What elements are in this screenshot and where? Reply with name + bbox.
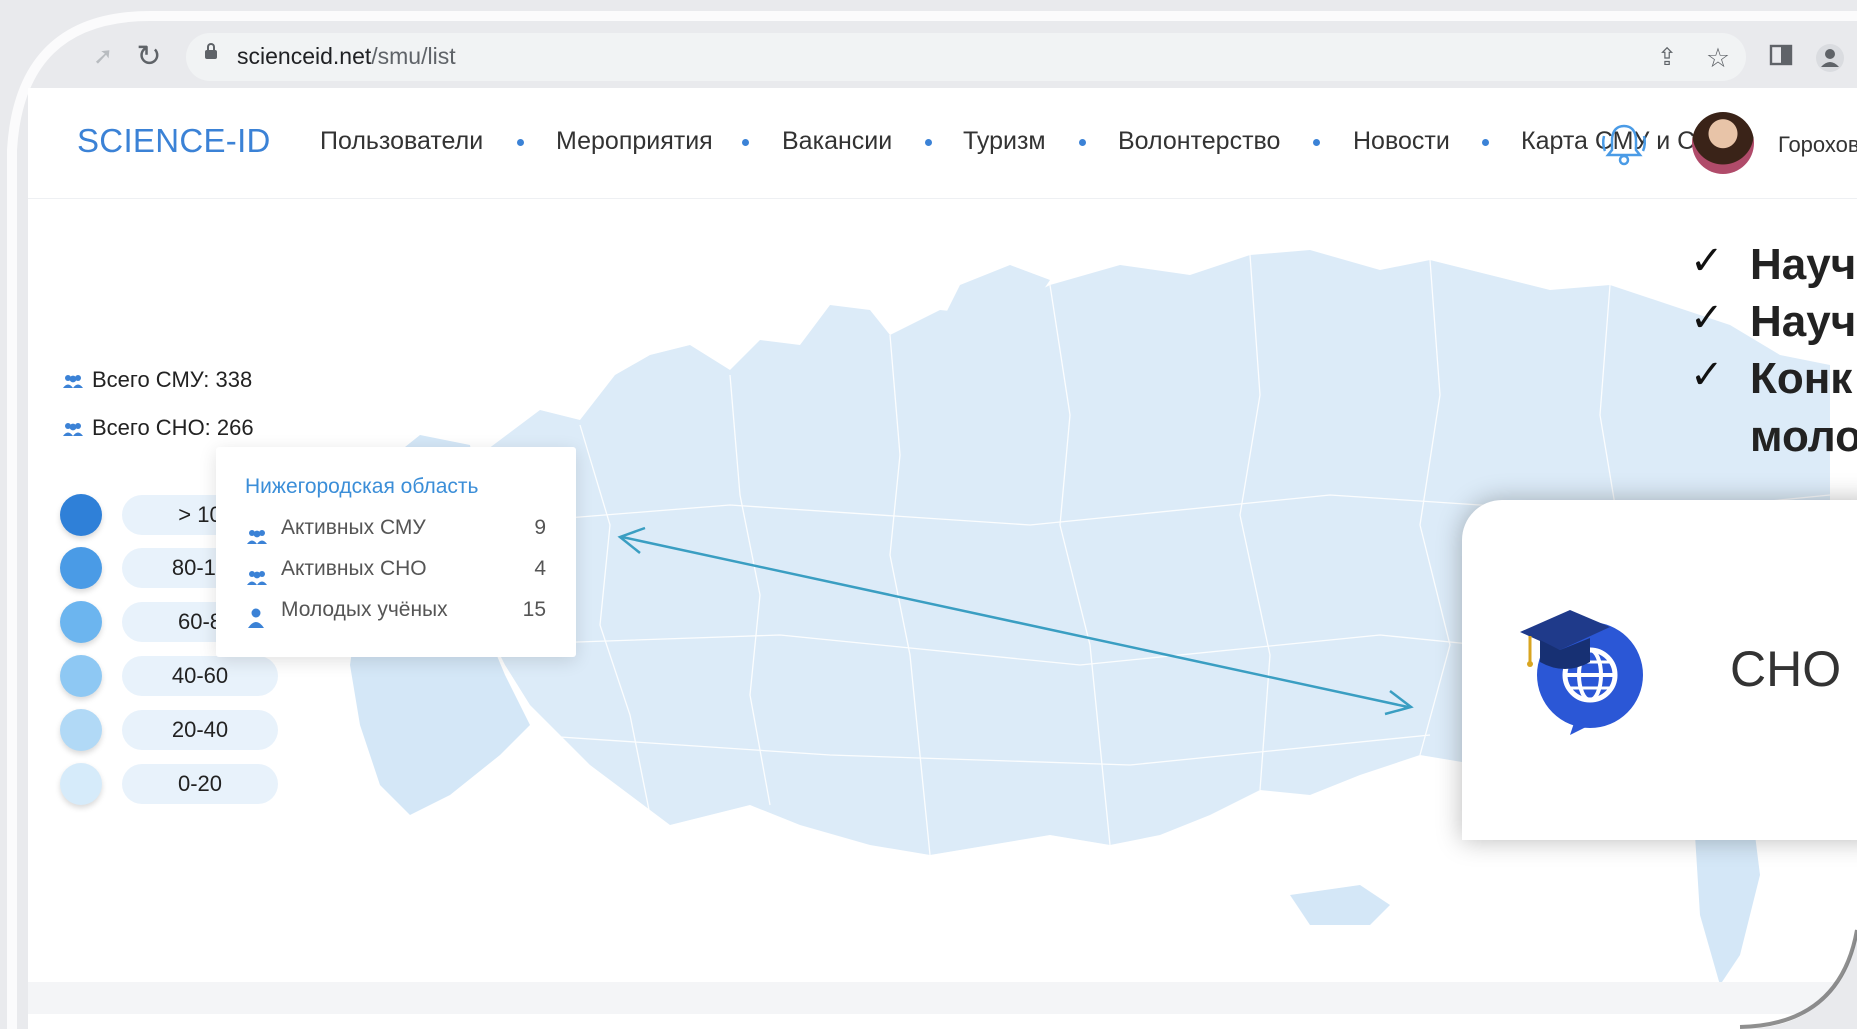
bullet-text-continuation: моло xyxy=(1750,412,1857,461)
checkmark-icon: ✓ xyxy=(1690,353,1724,397)
footer-bar xyxy=(28,982,1857,1014)
checkmark-icon: ✓ xyxy=(1690,296,1724,340)
bullet-text: Науч xyxy=(1750,297,1857,346)
checkmark-icon: ✓ xyxy=(1690,239,1724,283)
card-title: СНО xyxy=(1730,641,1842,697)
bullet-text: Науч xyxy=(1750,240,1857,289)
graduation-globe-icon xyxy=(1520,610,1643,735)
bullet-text: Конк xyxy=(1750,354,1853,403)
